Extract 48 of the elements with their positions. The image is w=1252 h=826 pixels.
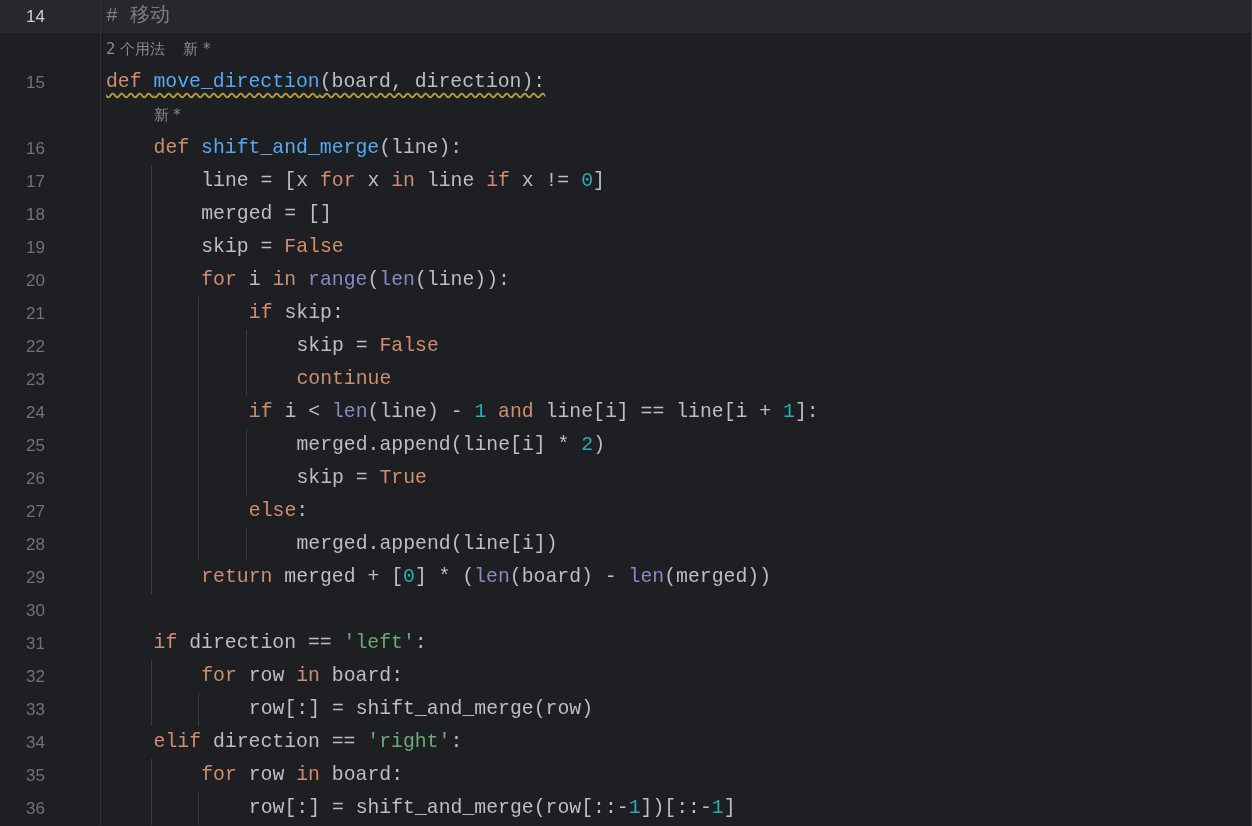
line-number: 23: [26, 368, 45, 391]
line-number: 19: [26, 236, 45, 259]
code-line: for i in range(len(line)):: [201, 267, 510, 293]
line-number: 34: [26, 731, 45, 754]
code-line: for row in board:: [201, 762, 404, 788]
code-line: skip = False: [296, 333, 439, 359]
inlay-hint[interactable]: 新 *: [153, 104, 181, 127]
inlay-hint[interactable]: 2 个用法: [106, 38, 166, 61]
code-line: skip = True: [296, 465, 427, 491]
code-line: skip = False: [201, 234, 344, 260]
line-number: 22: [26, 335, 45, 358]
code-line: def shift_and_merge(line):: [153, 135, 463, 161]
line-number: 31: [26, 632, 45, 655]
line-number: 28: [26, 533, 45, 556]
code-line: row[:] = shift_and_merge(row): [248, 696, 594, 722]
code-line: line = [x for x in line if x != 0]: [201, 168, 605, 194]
line-number: 14: [26, 5, 45, 28]
code-line: if skip:: [248, 300, 344, 326]
line-number: 35: [26, 764, 45, 787]
line-number: 32: [26, 665, 45, 688]
line-number: 24: [26, 401, 45, 424]
line-number: 25: [26, 434, 45, 457]
line-number: 26: [26, 467, 45, 490]
code-line: for row in board:: [201, 663, 404, 689]
line-number: 18: [26, 203, 45, 226]
line-number: 29: [26, 566, 45, 589]
line-number: 27: [26, 500, 45, 523]
code-line: def move_direction(board, direction):: [106, 69, 546, 95]
code-line: return merged + [0] * (len(board) - len(merged)): [201, 564, 772, 590]
code-line: # 移动: [106, 3, 170, 29]
line-number: 21: [26, 302, 45, 325]
code-line: merged.append(line[i]): [296, 531, 558, 557]
code-line: if i < len(line) - 1 and line[i] == line[i + 1]:: [248, 399, 819, 425]
line-number: 30: [26, 599, 45, 622]
line-number: 33: [26, 698, 45, 721]
inlay-hint[interactable]: 新 *: [183, 38, 211, 61]
code-line: merged.append(line[i] * 2): [296, 432, 606, 458]
line-number: 17: [26, 170, 45, 193]
code-line: if direction == 'left':: [153, 630, 427, 656]
line-number: 15: [26, 71, 45, 94]
line-number: 16: [26, 137, 45, 160]
code-line: merged = []: [201, 201, 332, 227]
code-line: elif direction == 'right':: [153, 729, 463, 755]
line-number: 20: [26, 269, 45, 292]
code-line: else:: [248, 498, 309, 524]
code-line: row[:] = shift_and_merge(row[::-1])[::-1]: [248, 795, 736, 821]
code-line: continue: [296, 366, 392, 392]
line-number: 36: [26, 797, 45, 820]
